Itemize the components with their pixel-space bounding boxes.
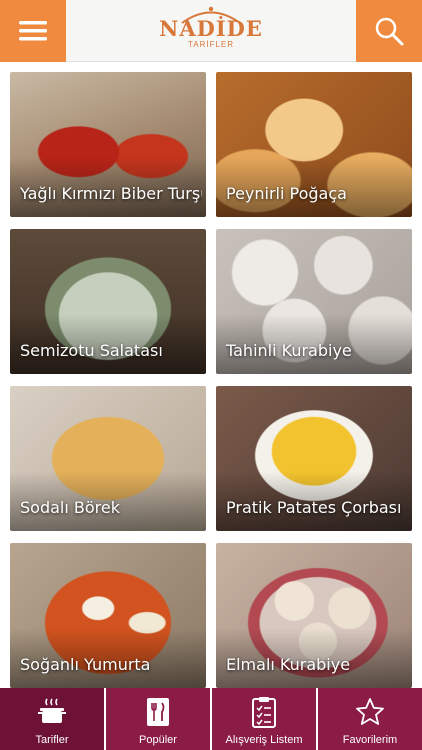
recipe-card[interactable]: Soğanlı Yumurta — [10, 543, 206, 688]
menu-button[interactable] — [0, 0, 66, 62]
logo-subtitle: TARİFLER — [187, 40, 235, 49]
recipe-title: Soğanlı Yumurta — [20, 655, 151, 674]
top-header: NADİDE TARİFLER — [0, 0, 422, 62]
recipe-title: Pratik Patates Çorbası — [226, 498, 402, 517]
recipe-card[interactable]: Yağlı Kırmızı Biber Turşusu — [10, 72, 206, 217]
recipe-card[interactable]: Pratik Patates Çorbası — [216, 386, 412, 531]
recipe-card[interactable]: Peynirli Poğaça — [216, 72, 412, 217]
checklist-icon — [249, 696, 279, 728]
recipe-title: Yağlı Kırmızı Biber Turşusu — [20, 184, 202, 203]
search-button[interactable] — [356, 0, 422, 62]
recipe-title: Semizotu Salatası — [20, 341, 163, 360]
recipe-title: Elmalı Kurabiye — [226, 655, 351, 674]
recipe-card[interactable]: Elmalı Kurabiye — [216, 543, 412, 688]
tab-label: Alışveriş Listem — [225, 734, 303, 746]
cooking-pot-icon — [37, 696, 67, 728]
tab-label: Favorilerim — [342, 734, 398, 746]
tab-label: Tarifler — [35, 734, 69, 746]
recipe-title: Peynirli Poğaça — [226, 184, 347, 203]
bottom-tab-bar: Tarifler Popüler Alışveriş Listem Favori… — [0, 688, 422, 750]
recipe-title: Tahinli Kurabiye — [226, 341, 352, 360]
star-icon — [355, 696, 385, 728]
hamburger-menu-icon — [19, 21, 47, 41]
recipe-title: Sodalı Börek — [20, 498, 120, 517]
tab-favorites[interactable]: Favorilerim — [318, 688, 422, 750]
recipe-card[interactable]: Sodalı Börek — [10, 386, 206, 531]
fork-knife-book-icon — [143, 696, 173, 728]
tab-recipes[interactable]: Tarifler — [0, 688, 106, 750]
app-screen: NADİDE TARİFLER Yağlı Kırmızı Biber Turş… — [0, 0, 422, 750]
tab-label: Popüler — [139, 734, 177, 746]
recipe-card[interactable]: Tahinli Kurabiye — [216, 229, 412, 374]
search-icon — [375, 17, 404, 46]
app-logo: NADİDE TARİFLER — [150, 6, 272, 56]
tab-shopping-list[interactable]: Alışveriş Listem — [212, 688, 318, 750]
tab-popular[interactable]: Popüler — [106, 688, 212, 750]
recipe-card[interactable]: Semizotu Salatası — [10, 229, 206, 374]
